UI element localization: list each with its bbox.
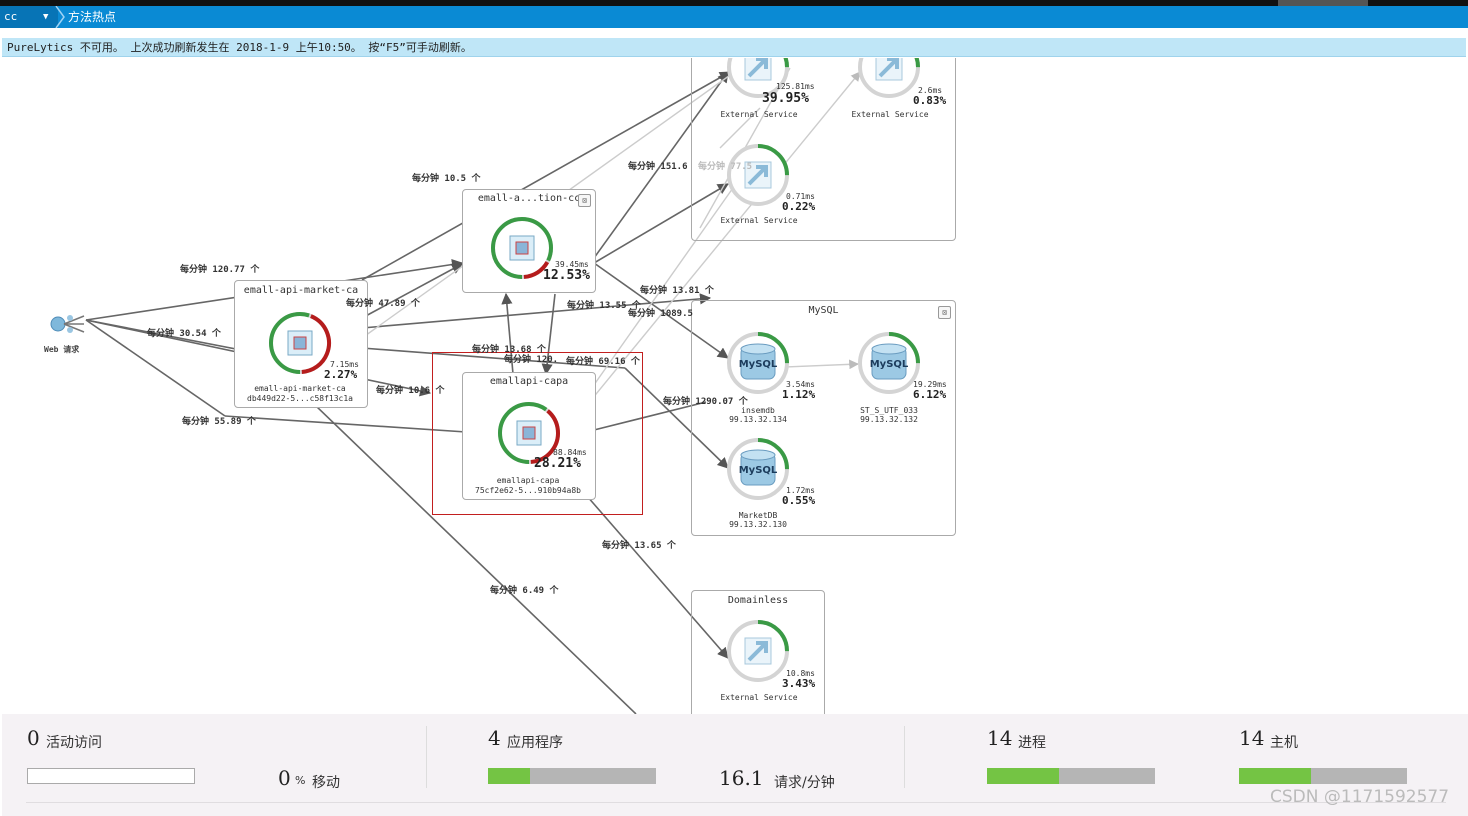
chevron-down-icon: ▼ [43,12,49,22]
hosts-bar [1239,768,1407,784]
apps-label: 应用程序 [507,735,563,751]
edge-rate-label: 每分钟 1290.07 个 [663,397,748,407]
app-title: emall-api-market-ca [243,285,359,296]
svg-text:MySQL: MySQL [739,465,778,476]
edge-rate-label: 每分钟 13.81 个 [640,286,714,296]
edge-rate-label: 每分钟 151.6 [628,162,688,172]
mysql-db-icon[interactable]: MySQL [725,436,791,502]
pin-icon[interactable]: ⊠ [938,306,951,319]
request-rate: 16.1 [719,766,764,790]
app-selector-value: cc [4,10,18,23]
node-percent: 3.43% [782,677,816,690]
mobile-unit: % [295,774,306,787]
group-title: MySQL [808,305,839,316]
node-health-ring: MySQL [727,332,789,394]
external-service-icon[interactable] [725,618,791,684]
node-name: emallapi-capa [496,476,560,485]
web-request-label: Web 请求 [44,345,80,354]
processes-bar [987,768,1155,784]
edge-rate-label: 每分钟 6.49 个 [490,586,559,596]
app-title: emall-a...tion-cc [477,193,581,204]
pin-icon[interactable]: ⊠ [578,194,591,207]
node-id: db449d22-5...c58f13c1a [247,394,353,403]
node-id: 99.13.32.130 [729,520,787,529]
group-title: Domainless [727,595,789,606]
edge-rate-label: 每分钟 30.54 个 [147,329,221,339]
node-percent: 1.12% [782,388,816,401]
node-id: 75cf2e62-5...910b94a8b [475,486,581,495]
node-name: emall-api-market-ca [254,384,346,393]
edge-rate-label: 每分钟 120.77 个 [180,265,260,275]
processes-count: 14 [987,726,1013,750]
mobile-percent: 0 [278,766,291,790]
edge-rate-label: 每分钟 120. [504,355,559,365]
active-visits-label: 活动访问 [46,735,102,751]
edge-rate-label: 每分钟 13.65 个 [602,541,676,551]
active-visits-count: 0 [27,726,40,750]
edge-rate-label: 每分钟 1089.5 [628,309,693,319]
node-percent: 0.55% [782,494,816,507]
hosts-label: 主机 [1270,735,1298,751]
breadcrumb-separator-icon [55,6,65,28]
processes-bar-fill [987,768,1060,784]
node-health-ring [727,620,789,682]
processes-label: 进程 [1018,735,1046,751]
edge-rate-label: 每分钟 47.89 个 [346,299,420,309]
external-service-icon[interactable] [725,142,791,208]
node-health-ring [727,144,789,206]
node-id: 99.13.32.132 [860,415,918,424]
node-latency: 125.81ms [776,82,815,91]
node-percent: 12.53% [543,268,590,283]
node-health-ring: MySQL [727,438,789,500]
node-percent: 28.21% [534,456,581,471]
flow-map[interactable]: MySQL ⊠ Domainless emall-api-market-ca e… [0,58,1468,714]
hosts-bar-fill [1239,768,1312,784]
node-id: 99.13.32.134 [729,415,787,424]
node-health-ring [269,312,331,374]
mysql-db-icon[interactable]: MySQL [725,330,791,396]
svg-text:MySQL: MySQL [739,359,778,370]
title-bar: cc ▼ 方法热点 [0,6,1468,28]
node-name: insemdb [741,406,775,415]
edge-rate-label: 每分钟 77.5 [698,162,753,172]
node-name: ST_S_UTF_033 [860,406,918,415]
node-percent: 6.12% [913,388,947,401]
status-notice: PureLytics 不可用。 上次成功刷新发生在 2018-1-9 上午10:… [2,38,1466,57]
node-name: External Service [720,110,798,119]
summary-footer: 0 活动访问 0 % 移动 4 应用程序 16.1 请求/分钟 14 进程 14… [2,714,1468,816]
watermark: CSDN @1171592577 [1270,787,1450,807]
apps-count: 4 [488,726,501,750]
node-percent: 0.83% [913,94,947,107]
request-rate-label: 请求/分钟 [774,775,835,791]
edge-rate-label: 每分钟 10.5 个 [412,174,481,184]
node-name: MarketDB [738,511,778,520]
edge-rate-label: 每分钟 10.6 个 [376,386,445,396]
node-percent: 39.95% [762,91,809,106]
apps-bar-fill [488,768,530,784]
edge-rate-label: 每分钟 55.89 个 [182,417,256,427]
edge-rate-label: 每分钟 69.16 个 [566,357,640,367]
node-percent: 2.27% [324,368,358,381]
apps-bar [488,768,656,784]
node-name: External Service [851,110,929,119]
node-percent: 0.22% [782,200,816,213]
page-title: 方法热点 [68,10,117,24]
mobile-label: 移动 [312,775,340,791]
hosts-count: 14 [1239,726,1265,750]
svg-text:MySQL: MySQL [870,359,909,370]
active-visits-bar [27,768,195,784]
node-name: External Service [720,693,798,702]
app-node-icon[interactable] [267,310,333,376]
app-selector[interactable]: cc ▼ [0,6,58,28]
node-name: External Service [720,216,798,225]
